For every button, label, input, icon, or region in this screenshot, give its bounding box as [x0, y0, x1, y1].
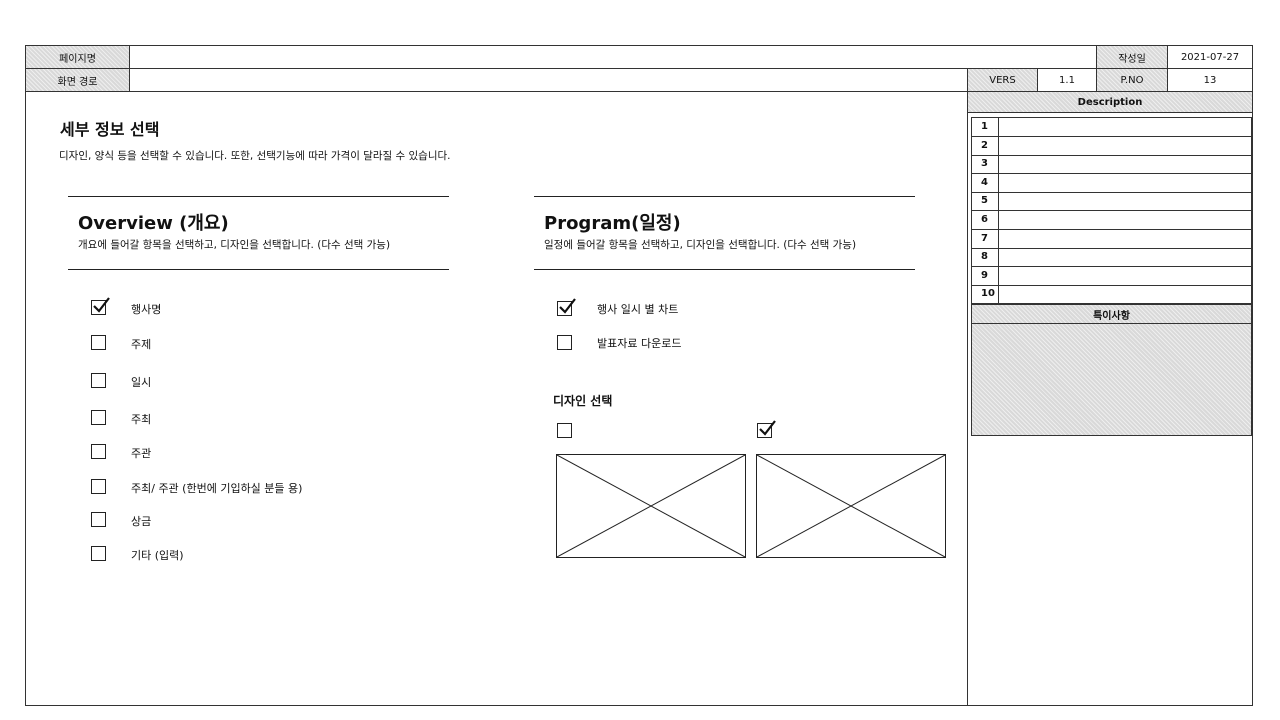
design-preview-placeholder[interactable]	[756, 454, 946, 558]
notes-header: 특이사항	[971, 304, 1252, 324]
design-select-title: 디자인 선택	[553, 394, 613, 408]
description-row-number: 5	[972, 192, 999, 211]
program-option-label: 발표자료 다운로드	[597, 337, 682, 350]
program-option-checkbox[interactable]	[557, 298, 576, 316]
description-row: 10	[971, 285, 1252, 305]
description-row: 8	[971, 248, 1252, 268]
path-label: 화면 경로	[25, 68, 130, 92]
image-placeholder-icon	[557, 455, 745, 557]
overview-option-label: 기타 (입력)	[131, 549, 184, 562]
description-row-number: 4	[972, 173, 999, 192]
design-option-checkbox[interactable]	[757, 420, 776, 438]
page-title: 세부 정보 선택	[60, 120, 160, 139]
overview-option-checkbox[interactable]	[91, 479, 106, 494]
description-row-number: 7	[972, 229, 999, 248]
description-row: 6	[971, 211, 1252, 230]
sidebar-divider	[967, 91, 968, 706]
overview-option-label: 주최	[131, 413, 152, 426]
checkmark-icon	[759, 420, 776, 436]
image-placeholder-icon	[757, 455, 945, 557]
program-option-checkbox[interactable]	[557, 335, 572, 350]
description-row-number: 6	[972, 211, 999, 229]
date-label: 작성일	[1096, 45, 1168, 69]
overview-option-checkbox[interactable]	[91, 546, 106, 561]
overview-option-checkbox[interactable]	[91, 335, 106, 350]
overview-top-rule	[68, 196, 449, 197]
program-bottom-rule	[534, 269, 915, 270]
description-row: 4	[971, 173, 1252, 193]
overview-option-checkbox[interactable]	[91, 297, 110, 315]
description-row: 1	[971, 118, 1252, 137]
overview-option-checkbox[interactable]	[91, 410, 106, 425]
checkmark-icon	[559, 298, 576, 314]
program-title: Program(일정)	[544, 213, 681, 234]
description-row-number: 10	[972, 285, 999, 304]
program-top-rule	[534, 196, 915, 197]
description-row-number: 8	[972, 248, 999, 267]
overview-option-label: 주관	[131, 447, 152, 460]
program-option-label: 행사 일시 별 차트	[597, 303, 679, 316]
path-value	[129, 68, 968, 92]
page-name-value	[129, 45, 1097, 69]
description-row-number: 9	[972, 266, 999, 285]
pno-value: 13	[1167, 68, 1253, 92]
page-name-label: 페이지명	[25, 45, 130, 69]
overview-bottom-rule	[68, 269, 449, 270]
notes-area[interactable]	[971, 323, 1252, 436]
description-row-number: 3	[972, 155, 999, 174]
overview-option-label: 행사명	[131, 303, 162, 316]
overview-title: Overview (개요)	[78, 213, 229, 234]
overview-option-label: 주최/ 주관 (한번에 기입하실 분들 용)	[131, 482, 303, 495]
program-description: 일정에 들어갈 항목을 선택하고, 디자인을 선택합니다. (다수 선택 가능)	[544, 239, 857, 251]
overview-option-checkbox[interactable]	[91, 373, 106, 388]
design-preview-placeholder[interactable]	[556, 454, 746, 558]
description-row: 3	[971, 155, 1252, 175]
overview-option-label: 상금	[131, 515, 152, 528]
date-value: 2021-07-27	[1167, 45, 1253, 69]
description-row: 7	[971, 229, 1252, 249]
overview-option-label: 주제	[131, 338, 152, 351]
pno-label: P.NO	[1096, 68, 1168, 92]
description-row: 2	[971, 136, 1252, 156]
overview-option-checkbox[interactable]	[91, 512, 106, 527]
version-value: 1.1	[1037, 68, 1097, 92]
version-label: VERS	[967, 68, 1038, 92]
description-row-number: 2	[972, 136, 999, 155]
overview-description: 개요에 들어갈 항목을 선택하고, 디자인을 선택합니다. (다수 선택 가능)	[78, 239, 391, 251]
overview-option-checkbox[interactable]	[91, 444, 106, 459]
description-row-number: 1	[972, 118, 999, 136]
design-option-checkbox[interactable]	[557, 423, 572, 438]
overview-option-label: 일시	[131, 376, 152, 389]
description-row: 9	[971, 266, 1252, 286]
description-row: 5	[971, 192, 1252, 212]
checkmark-icon	[93, 297, 110, 313]
page-subtitle: 디자인, 양식 등을 선택할 수 있습니다. 또한, 선택기능에 따라 가격이 …	[59, 150, 451, 162]
description-header: Description	[967, 91, 1253, 113]
